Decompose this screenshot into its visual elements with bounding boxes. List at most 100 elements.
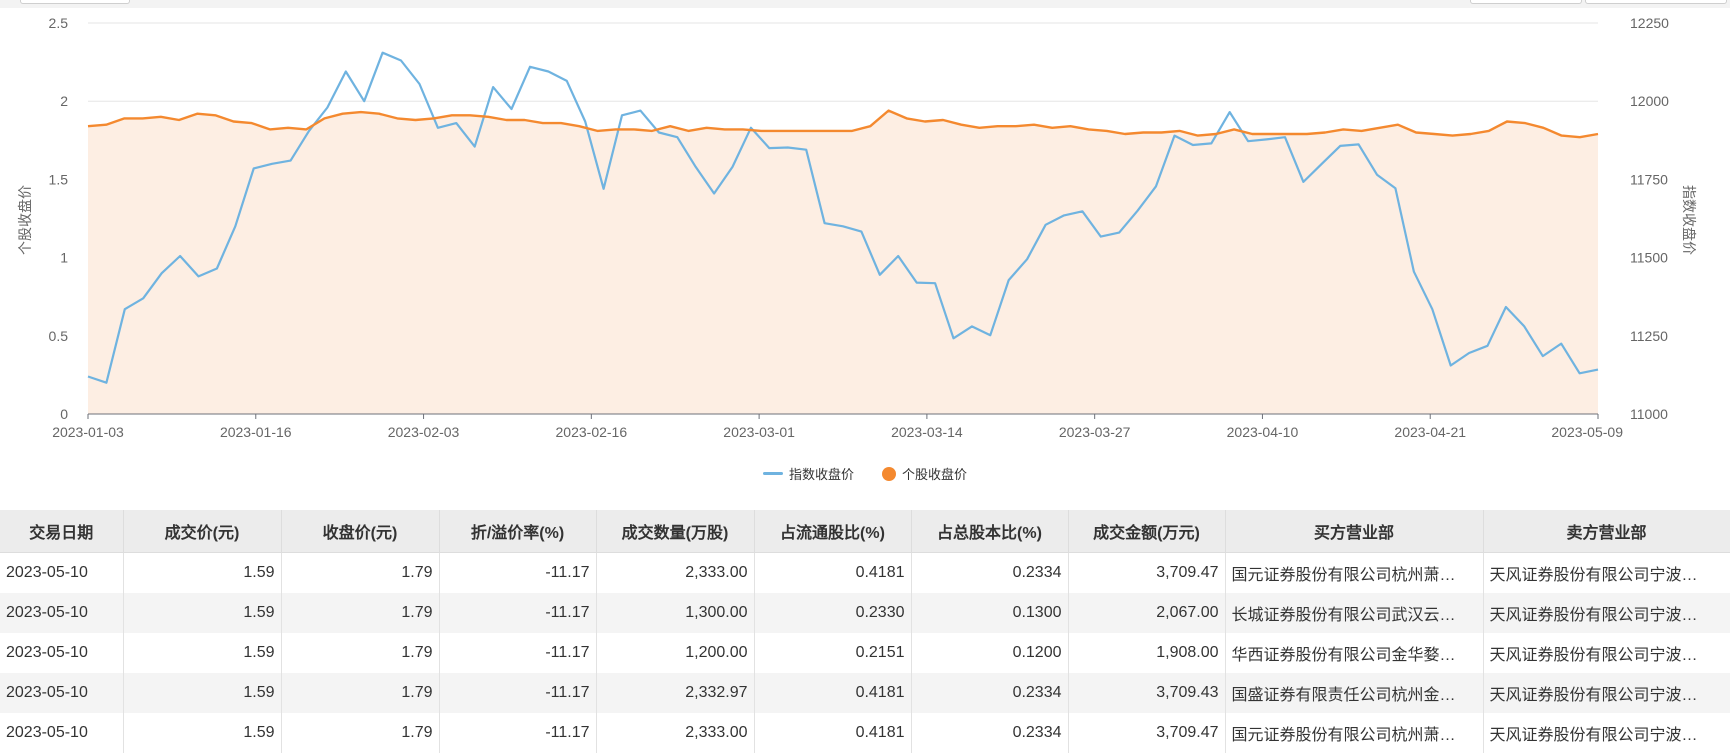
cell-float-ratio: 0.4181 [754,673,912,713]
cell-total-ratio: 0.2334 [911,713,1069,753]
cell-premium-rate: -11.17 [439,673,597,713]
stock-area-fill [88,110,1598,414]
legend-item-index[interactable]: 指数收盘价 [762,464,854,483]
cell-close-price: 1.79 [281,713,440,753]
y-axis-left-title: 个股收盘价 [17,185,33,255]
x-tick-label: 2023-03-14 [891,424,963,440]
cell-buyer[interactable]: 长城证券股份有限公司武汉云… [1225,593,1484,633]
cell-trade-date: 2023-05-10 [0,552,124,593]
cell-buyer[interactable]: 国元证券股份有限公司杭州萧… [1225,713,1484,753]
cell-seller[interactable]: 天风证券股份有限公司宁波… [1483,593,1730,633]
cell-close-price: 1.79 [281,673,440,713]
col-header-deal-price[interactable]: 成交价(元) [123,510,282,553]
cell-trade-date: 2023-05-10 [0,713,124,753]
cell-seller[interactable]: 天风证券股份有限公司宁波… [1483,552,1730,593]
x-tick-label: 2023-04-21 [1394,424,1466,440]
cell-seller[interactable]: 天风证券股份有限公司宁波… [1483,633,1730,673]
stock-area-layer [88,110,1598,414]
cell-premium-rate: -11.17 [439,593,597,633]
cell-amount: 3,709.47 [1068,713,1226,753]
cell-buyer[interactable]: 国盛证券有限责任公司杭州金… [1225,673,1484,713]
block-trade-table: 交易日期 成交价(元) 收盘价(元) 折/溢价率(%) 成交数量(万股) 占流通… [0,510,1730,753]
cell-amount: 3,709.43 [1068,673,1226,713]
col-header-trade-date[interactable]: 交易日期 [0,510,124,553]
cell-float-ratio: 0.2151 [754,633,912,673]
cell-float-ratio: 0.2330 [754,593,912,633]
x-tick-label: 2023-01-16 [220,424,292,440]
table-header-row: 交易日期 成交价(元) 收盘价(元) 折/溢价率(%) 成交数量(万股) 占流通… [0,510,1730,553]
y-axis-right-title: 指数收盘价 [1681,185,1697,255]
x-tick-label: 2023-03-27 [1059,424,1131,440]
price-chart: 0 11000 0.5 11250 1 11500 1.5 11750 2 12000 2.5 122… [17,15,1697,440]
x-tick-label: 2023-02-03 [388,424,460,440]
y-left-tick-label: 1.5 [49,171,69,187]
cell-premium-rate: -11.17 [439,552,597,593]
cell-volume: 2,333.00 [596,552,755,593]
x-tick-label: 2023-05-09 [1551,424,1623,440]
cell-premium-rate: -11.17 [439,633,597,673]
y-right-tick-label: 11000 [1630,406,1668,422]
cell-seller[interactable]: 天风证券股份有限公司宁波… [1483,713,1730,753]
x-tick-label: 2023-02-16 [556,424,628,440]
y-right-tick-label: 11250 [1630,328,1668,344]
y-right-tick-label: 11500 [1630,250,1668,266]
cell-total-ratio: 0.1200 [911,633,1069,673]
cell-volume: 1,200.00 [596,633,755,673]
cell-volume: 2,332.97 [596,673,755,713]
cell-total-ratio: 0.2334 [911,673,1069,713]
chart-legend: 指数收盘价 个股收盘价 [0,464,1730,483]
index-line-swatch-icon [762,472,783,475]
col-header-total-ratio[interactable]: 占总股本比(%) [911,510,1069,553]
cell-float-ratio: 0.4181 [754,552,912,593]
cell-deal-price: 1.59 [123,633,282,673]
legend-label-stock: 个股收盘价 [902,467,968,482]
cell-premium-rate: -11.17 [439,713,597,753]
col-header-float-ratio[interactable]: 占流通股比(%) [754,510,912,553]
table-row[interactable]: 2023-05-10 1.59 1.79 -11.17 1,200.00 0.2151 0.… [0,633,1730,673]
table-row[interactable]: 2023-05-10 1.59 1.79 -11.17 2,333.00 0.4181 0.… [0,552,1730,593]
table-row[interactable]: 2023-05-10 1.59 1.79 -11.17 2,332.97 0.4181 0.… [0,673,1730,713]
cell-total-ratio: 0.2334 [911,552,1069,593]
cell-close-price: 1.79 [281,633,440,673]
cell-amount: 2,067.00 [1068,593,1226,633]
cell-float-ratio: 0.4181 [754,713,912,753]
cell-seller[interactable]: 天风证券股份有限公司宁波… [1483,673,1730,713]
cell-deal-price: 1.59 [123,713,282,753]
cell-deal-price: 1.59 [123,552,282,593]
col-header-close-price[interactable]: 收盘价(元) [281,510,440,553]
col-header-volume[interactable]: 成交数量(万股) [596,510,755,553]
table-row[interactable]: 2023-05-10 1.59 1.79 -11.17 1,300.00 0.2330 0.… [0,593,1730,633]
y-left-tick-label: 2 [60,93,68,109]
x-tick-label: 2023-03-01 [723,424,795,440]
col-header-buyer[interactable]: 买方营业部 [1225,510,1484,553]
cell-trade-date: 2023-05-10 [0,673,124,713]
cell-amount: 3,709.47 [1068,552,1226,593]
cell-deal-price: 1.59 [123,593,282,633]
y-right-tick-label: 12250 [1630,15,1669,31]
cell-trade-date: 2023-05-10 [0,593,124,633]
y-right-tick-label: 12000 [1630,93,1669,109]
table-row[interactable]: 2023-05-10 1.59 1.79 -11.17 2,333.00 0.4181 0.… [0,713,1730,753]
cell-buyer[interactable]: 国元证券股份有限公司杭州萧… [1225,552,1484,593]
cell-buyer[interactable]: 华西证券股份有限公司金华婺… [1225,633,1484,673]
stock-dot-swatch-icon [882,466,896,481]
legend-label-index: 指数收盘价 [788,467,854,482]
col-header-premium-rate[interactable]: 折/溢价率(%) [439,510,597,553]
y-right-tick-label: 11750 [1630,171,1668,187]
cell-trade-date: 2023-05-10 [0,633,124,673]
cell-close-price: 1.79 [281,593,440,633]
y-left-tick-label: 0 [60,406,68,422]
x-tick-label: 2023-01-03 [52,424,124,440]
cell-close-price: 1.79 [281,552,440,593]
y-left-tick-label: 1 [60,250,68,266]
x-tick-label: 2023-04-10 [1227,424,1299,440]
y-left-tick-label: 0.5 [49,328,69,344]
cell-volume: 2,333.00 [596,713,755,753]
col-header-amount[interactable]: 成交金额(万元) [1068,510,1226,553]
cell-deal-price: 1.59 [123,673,282,713]
legend-item-stock[interactable]: 个股收盘价 [882,464,967,483]
y-left-tick-label: 2.5 [49,15,69,31]
cell-volume: 1,300.00 [596,593,755,633]
col-header-seller[interactable]: 卖方营业部 [1483,510,1730,553]
cell-total-ratio: 0.1300 [911,593,1069,633]
